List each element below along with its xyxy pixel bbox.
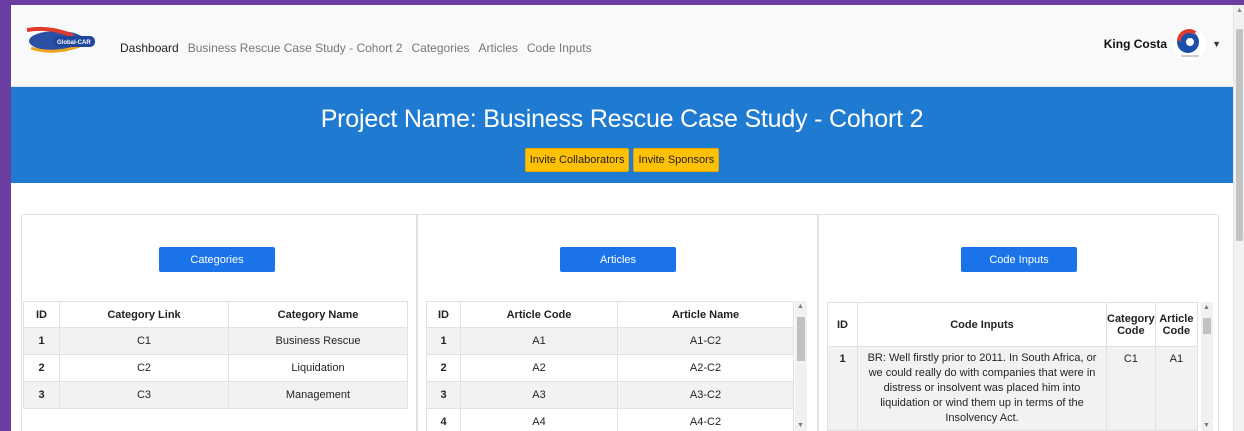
scroll-up-icon[interactable]: ▲ <box>1203 304 1210 311</box>
nav-code-inputs[interactable]: Code Inputs <box>527 41 592 55</box>
user-menu[interactable]: King Costa ▼ <box>1104 27 1221 61</box>
page-scrollbar[interactable]: ▲ <box>1233 5 1244 431</box>
nav-dashboard[interactable]: Dashboard <box>120 41 179 55</box>
scroll-thumb[interactable] <box>1236 29 1243 241</box>
col-header-id: ID <box>23 301 60 328</box>
categories-button[interactable]: Categories <box>159 247 275 272</box>
col-header-category-name: Category Name <box>228 301 408 328</box>
scroll-up-icon[interactable]: ▲ <box>797 303 804 310</box>
invite-sponsors-button[interactable]: Invite Sponsors <box>633 148 720 172</box>
scroll-thumb[interactable] <box>797 317 805 361</box>
user-avatar-icon[interactable] <box>1173 27 1208 61</box>
articles-table: ID Article Code Article Name 1 A1 A1-C2 … <box>426 301 794 431</box>
code-inputs-panel: Code Inputs ID Code Inputs Category Code… <box>818 214 1219 431</box>
col-header-article-code: Article Code <box>460 301 618 328</box>
col-header-category-code: Category Code <box>1106 302 1156 347</box>
scroll-down-icon[interactable]: ▼ <box>797 422 804 429</box>
scroll-thumb[interactable] <box>1203 318 1211 334</box>
code-inputs-button[interactable]: Code Inputs <box>961 247 1077 272</box>
table-row[interactable]: 2 C2 Liquidation <box>23 354 408 382</box>
code-inputs-table-scrollbar[interactable]: ▲ ▼ <box>1201 302 1213 431</box>
table-row[interactable]: 2 A2 A2-C2 <box>426 354 794 382</box>
hero-buttons: Invite Collaborators Invite Sponsors <box>11 148 1233 172</box>
logo-text: Global-CAR <box>57 40 91 46</box>
nav-articles[interactable]: Articles <box>479 41 518 55</box>
table-row[interactable]: 3 A3 A3-C2 <box>426 381 794 409</box>
col-header-article-code: Article Code <box>1154 302 1199 347</box>
nav-project[interactable]: Business Rescue Case Study - Cohort 2 <box>188 41 403 55</box>
project-header: Project Name: Business Rescue Case Study… <box>11 87 1233 183</box>
caret-down-icon[interactable]: ▼ <box>1212 39 1221 49</box>
table-row[interactable]: 4 A4 A4-C2 <box>426 408 794 431</box>
categories-table: ID Category Link Category Name 1 C1 Busi… <box>23 301 408 409</box>
categories-panel: Categories ID Category Link Category Nam… <box>21 214 417 431</box>
panels-row: Categories ID Category Link Category Nam… <box>21 214 1219 431</box>
table-row[interactable]: 1 C1 Business Rescue <box>23 327 408 355</box>
code-inputs-table: ID Code Inputs Category Code Article Cod… <box>827 302 1199 431</box>
table-row[interactable]: 1 BR: Well firstly prior to 2011. In Sou… <box>827 346 1199 431</box>
user-name[interactable]: King Costa <box>1104 37 1167 51</box>
col-header-code-inputs: Code Inputs <box>857 302 1107 347</box>
table-row[interactable]: 1 A1 A1-C2 <box>426 327 794 355</box>
col-header-article-name: Article Name <box>617 301 794 328</box>
articles-button[interactable]: Articles <box>560 247 676 272</box>
nav-categories[interactable]: Categories <box>412 41 470 55</box>
col-header-category-link: Category Link <box>59 301 229 328</box>
col-header-id: ID <box>426 301 461 328</box>
page-title: Project Name: Business Rescue Case Study… <box>320 105 924 133</box>
articles-table-scrollbar[interactable]: ▲ ▼ <box>795 301 807 431</box>
table-row[interactable]: 3 C3 Management <box>23 381 408 409</box>
nav-links: Dashboard Business Rescue Case Study - C… <box>120 41 592 55</box>
scroll-down-icon[interactable]: ▼ <box>1203 422 1210 429</box>
global-car-logo[interactable]: Global-CAR <box>21 22 101 58</box>
articles-panel: Articles ID Article Code Article Name 1 … <box>417 214 818 431</box>
invite-collaborators-button[interactable]: Invite Collaborators <box>524 148 630 172</box>
scroll-up-icon[interactable]: ▲ <box>1236 7 1243 14</box>
col-header-id: ID <box>827 302 858 347</box>
app-window: Global-CAR Dashboard Business Rescue Cas… <box>0 0 1244 431</box>
top-navbar: Global-CAR Dashboard Business Rescue Cas… <box>11 5 1233 87</box>
